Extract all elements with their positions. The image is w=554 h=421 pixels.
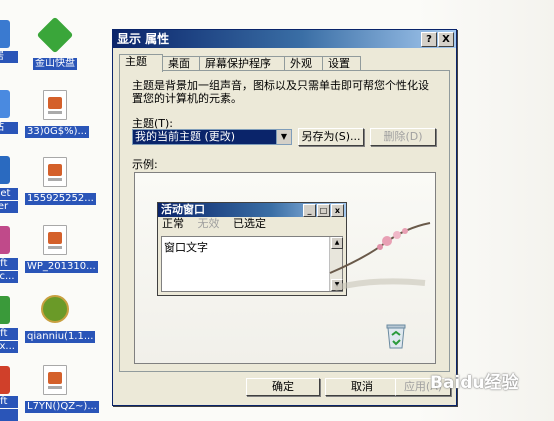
tab-desktop[interactable]: 桌面 — [162, 56, 200, 71]
theme-preview: 活动窗口 _ □ x 正常 无效 已选定 窗口文字 ▲ ▼ — [134, 172, 436, 364]
jinshan-kuaipan-icon — [36, 16, 74, 54]
desktop-icon-file-1[interactable]: 33)0G$%)... — [25, 90, 90, 138]
dialog-title: 显示 属性 — [117, 32, 170, 46]
preview-menu-disabled: 无效 — [197, 217, 220, 230]
app-icon — [0, 366, 10, 394]
preview-menu: 正常 无效 已选定 — [158, 217, 346, 231]
dialog-title-bar[interactable]: 显示 属性 ? X — [113, 30, 456, 48]
recycle-bin-icon — [386, 324, 406, 349]
document-icon — [43, 365, 67, 395]
blossom-branch-decoration — [329, 222, 431, 291]
desktop-icon-file-3[interactable]: WP_201310... — [25, 225, 98, 273]
tab-screensaver[interactable]: 屏幕保护程序 — [199, 56, 285, 71]
desktop-label-edge[interactable]: 居 — [0, 51, 18, 63]
app-icon — [0, 156, 10, 184]
app-icon — [0, 296, 10, 324]
save-as-button[interactable]: 另存为(S)... — [298, 128, 364, 146]
sample-label: 示例: — [132, 158, 158, 171]
desktop-label-edge[interactable]: 站 — [0, 122, 18, 134]
ok-button[interactable]: 确定 — [246, 378, 320, 396]
desktop-label-edge[interactable]: cx... — [0, 341, 18, 353]
display-properties-dialog: 显示 属性 ? X 主题 桌面 屏幕保护程序 外观 设置 主题是背景加一组声音，… — [112, 29, 457, 406]
preview-window: 活动窗口 _ □ x 正常 无效 已选定 窗口文字 ▲ ▼ — [157, 202, 347, 296]
desktop-label-edge[interactable]: oft — [0, 328, 18, 340]
minimize-icon: _ — [303, 204, 316, 217]
tab-appearance[interactable]: 外观 — [284, 56, 323, 71]
document-icon — [43, 225, 67, 255]
preview-menu-selected: 已选定 — [233, 217, 266, 230]
tab-theme[interactable]: 主题 — [119, 54, 163, 72]
theme-description: 主题是背景加一组声音，图标以及只需单击即可帮您个性化设置您的计算机的元素。 — [132, 79, 429, 105]
document-icon — [43, 90, 67, 120]
cancel-button[interactable]: 取消 — [325, 378, 399, 396]
watermark-text: Baidu经验 — [430, 373, 519, 393]
theme-panel: 主题是背景加一组声音，图标以及只需单击即可帮您个性化设置您的计算机的元素。 主题… — [119, 70, 450, 372]
desktop-label-edge[interactable]: het — [0, 188, 18, 200]
app-icon — [0, 90, 10, 118]
preview-title: 活动窗口 — [161, 203, 205, 216]
preview-text-area: 窗口文字 ▲ ▼ — [161, 236, 343, 292]
chevron-down-icon[interactable]: ▼ — [276, 130, 291, 144]
desktop-label-edge[interactable]: rer — [0, 201, 18, 213]
document-icon — [43, 157, 67, 187]
desktop-icon-file-2[interactable]: 155925252... — [25, 157, 96, 205]
theme-select[interactable]: 我的当前主题 (更改) ▼ — [132, 129, 292, 145]
desktop-icon-qianniu[interactable]: qianniu(1.1... — [25, 292, 96, 343]
desktop-label-edge[interactable]: i — [0, 409, 18, 421]
preview-window-text: 窗口文字 — [164, 241, 208, 254]
tab-settings[interactable]: 设置 — [322, 56, 361, 71]
desktop-icon-file-4[interactable]: L7YN()QZ~)... — [25, 365, 99, 413]
desktop-label-edge[interactable]: oft — [0, 396, 18, 408]
help-button[interactable]: ? — [421, 32, 437, 47]
preview-menu-normal: 正常 — [162, 217, 184, 230]
desktop-label-edge[interactable]: oft — [0, 258, 18, 270]
baidu-watermark: Baidu经验 — [430, 368, 519, 393]
theme-select-value: 我的当前主题 (更改) — [133, 130, 276, 144]
close-button[interactable]: X — [438, 32, 454, 47]
preview-title-bar: 活动窗口 _ □ x — [158, 203, 346, 217]
app-icon — [0, 20, 10, 48]
delete-button[interactable]: 删除(D) — [370, 128, 436, 146]
app-icon — [0, 226, 10, 254]
qianniu-icon — [40, 295, 70, 327]
desktop-label-edge[interactable]: cc... — [0, 271, 18, 283]
desktop-icon-jinshan[interactable]: 金山快盘 — [25, 16, 85, 70]
